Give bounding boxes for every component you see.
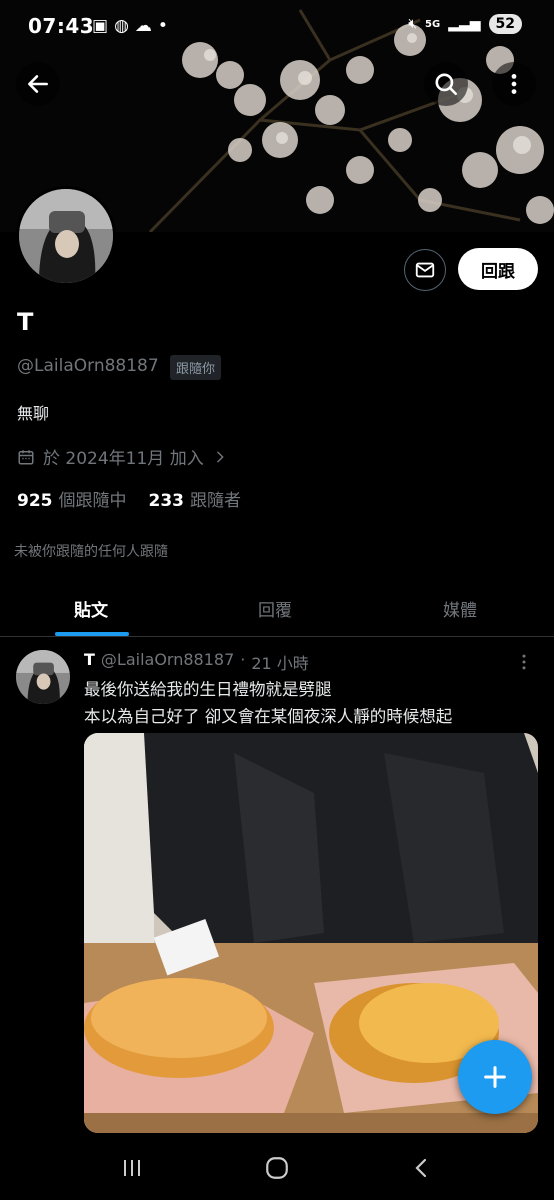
profile-handle: @LailaOrn88187 (17, 356, 159, 376)
tab-replies[interactable]: 回覆 (258, 596, 292, 621)
status-right: 🔇︎ 5G ▂▃▅ 52 (408, 14, 522, 34)
status-bar: 07:43 ▣ ◍ ☁ • 🔇︎ 5G ▂▃▅ 52 (0, 0, 554, 50)
mute-icon: 🔇︎ (408, 16, 418, 32)
status-notification-icons: ▣ ◍ ☁ • (92, 16, 168, 36)
basketball-icon: ◍ (114, 16, 129, 36)
post-author-name[interactable]: T (84, 650, 95, 674)
follow-back-button[interactable]: 回跟 (458, 248, 538, 290)
screenshot-icon: ▣ (92, 16, 109, 36)
not-followed-note: 未被你跟隨的任何人跟隨 (14, 544, 168, 560)
avatar-image (19, 189, 113, 283)
post-time: 21 小時 (251, 654, 309, 673)
post-separator: · (240, 650, 246, 669)
chevron-right-icon (216, 451, 224, 462)
post-text-line-1: 最後你送給我的生日禮物就是劈腿 (84, 680, 332, 699)
more-button[interactable] (492, 62, 536, 106)
mail-icon (415, 262, 435, 278)
followers-count: 233 (148, 491, 185, 511)
more-vertical-icon (511, 74, 517, 94)
post-avatar-image (16, 650, 70, 704)
tab-posts[interactable]: 貼文 (74, 596, 108, 621)
followers-label: 跟隨者 (190, 491, 241, 511)
signal-icon: ▂▃▅ (448, 16, 481, 32)
cloud-icon: ☁ (134, 16, 152, 36)
post-header: T @LailaOrn88187 · 21 小時 (84, 650, 309, 674)
following-count: 925 (17, 491, 53, 511)
post-author-avatar[interactable] (16, 650, 70, 704)
post-text-line-2: 本以為自己好了 卻又會在某個夜深人靜的時候想起 (84, 707, 453, 726)
calendar-icon (18, 449, 34, 464)
active-tab-indicator (55, 632, 129, 636)
more-vertical-icon (522, 654, 526, 670)
network-label: 5G (425, 18, 441, 30)
joined-date-row[interactable]: 於 2024年11月 加入 (17, 444, 228, 469)
dot-icon: • (157, 16, 168, 36)
system-nav-bar (0, 1136, 554, 1200)
profile-avatar[interactable] (16, 186, 116, 286)
following-label: 個跟隨中 (58, 491, 127, 511)
profile-tabs: 貼文 回覆 媒體 (0, 582, 554, 637)
profile-bio: 無聊 (17, 404, 50, 423)
plus-icon (484, 1066, 506, 1088)
status-time: 07:43 (28, 14, 95, 38)
post-author-handle: @LailaOrn88187 (100, 650, 235, 669)
follow-stats: 925 個跟隨中 233 跟隨者 (17, 486, 241, 511)
following-stat[interactable]: 925 個跟隨中 (17, 486, 127, 511)
back-arrow-icon (28, 75, 48, 93)
battery-badge: 52 (488, 14, 522, 34)
search-icon (435, 73, 458, 96)
tab-media[interactable]: 媒體 (443, 596, 477, 621)
home-icon[interactable] (264, 1155, 290, 1181)
search-button[interactable] (424, 62, 468, 106)
back-button[interactable] (16, 62, 60, 106)
compose-button[interactable] (458, 1040, 532, 1114)
followers-stat[interactable]: 233 跟隨者 (149, 486, 242, 511)
post-more-button[interactable] (514, 652, 534, 676)
follows-you-badge: 跟隨你 (170, 355, 222, 380)
nav-back-icon[interactable] (410, 1156, 434, 1180)
joined-date-text: 於 2024年11月 加入 (43, 449, 204, 469)
recent-apps-icon[interactable] (120, 1156, 144, 1180)
profile-name: T (17, 308, 34, 336)
message-button[interactable] (404, 249, 446, 291)
